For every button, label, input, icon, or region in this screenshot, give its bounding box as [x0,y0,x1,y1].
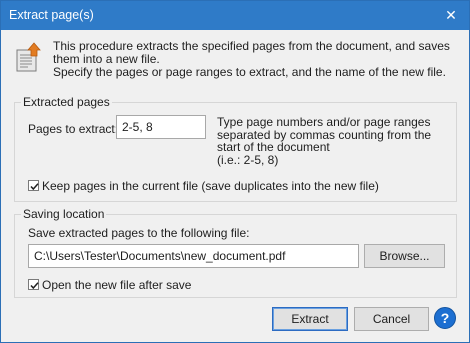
document-extract-icon [16,41,44,73]
extracted-pages-legend: Extracted pages [21,95,112,109]
file-path-input[interactable] [28,244,359,268]
extract-button[interactable]: Extract [272,307,348,331]
checkmark-icon [30,282,39,290]
browse-button[interactable]: Browse... [364,244,445,268]
title-bar: Extract page(s) ✕ [1,1,469,30]
keep-pages-label[interactable]: Keep pages in the current file (save dup… [42,179,379,193]
saving-location-legend: Saving location [21,207,107,221]
pages-to-extract-input[interactable] [116,115,206,139]
cancel-button[interactable]: Cancel [354,307,429,331]
window-title: Extract page(s) [9,8,94,22]
open-after-save-checkbox[interactable] [28,279,39,290]
pages-hint: Type page numbers and/or page ranges sep… [217,115,432,167]
help-icon[interactable]: ? [434,307,456,329]
save-to-file-label: Save extracted pages to the following fi… [28,226,250,240]
open-after-save-label[interactable]: Open the new file after save [42,278,191,292]
procedure-description: This procedure extracts the specified pa… [53,39,450,79]
checkmark-icon [30,183,39,191]
close-icon[interactable]: ✕ [443,7,459,23]
keep-pages-checkbox[interactable] [28,180,39,191]
extract-pages-dialog: Extract page(s) ✕ This procedure extract… [0,0,470,343]
pages-to-extract-label: Pages to extract: [28,122,119,136]
